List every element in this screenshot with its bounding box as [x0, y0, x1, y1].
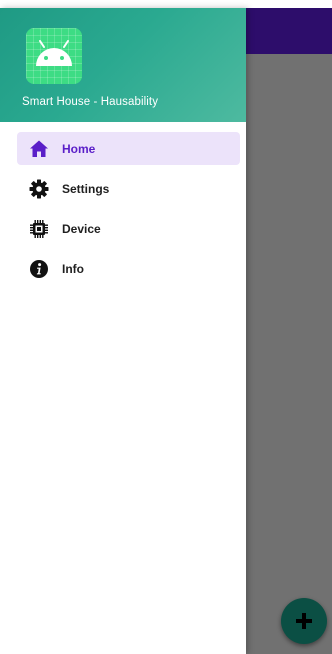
drawer-menu: Home Settings Device Info — [0, 122, 246, 285]
android-logo-icon — [26, 28, 82, 84]
add-fab-button[interactable] — [281, 598, 327, 644]
home-icon — [29, 139, 49, 159]
status-bar — [0, 0, 332, 8]
menu-item-label: Home — [62, 141, 96, 156]
menu-item-info[interactable]: Info — [17, 252, 240, 285]
info-icon — [29, 259, 49, 279]
screen: Smart House - Hausability Home Settings … — [0, 0, 332, 654]
gear-icon — [29, 179, 49, 199]
navigation-drawer: Smart House - Hausability Home Settings … — [0, 8, 246, 654]
menu-item-device[interactable]: Device — [17, 212, 240, 245]
drawer-header: Smart House - Hausability — [0, 8, 246, 122]
app-title: Smart House - Hausability — [22, 96, 159, 108]
menu-item-label: Info — [62, 261, 84, 276]
menu-item-home[interactable]: Home — [17, 132, 240, 165]
plus-icon — [295, 612, 313, 630]
menu-item-settings[interactable]: Settings — [17, 172, 240, 205]
menu-item-label: Device — [62, 221, 101, 236]
menu-item-label: Settings — [62, 181, 110, 196]
chip-icon — [29, 219, 49, 239]
